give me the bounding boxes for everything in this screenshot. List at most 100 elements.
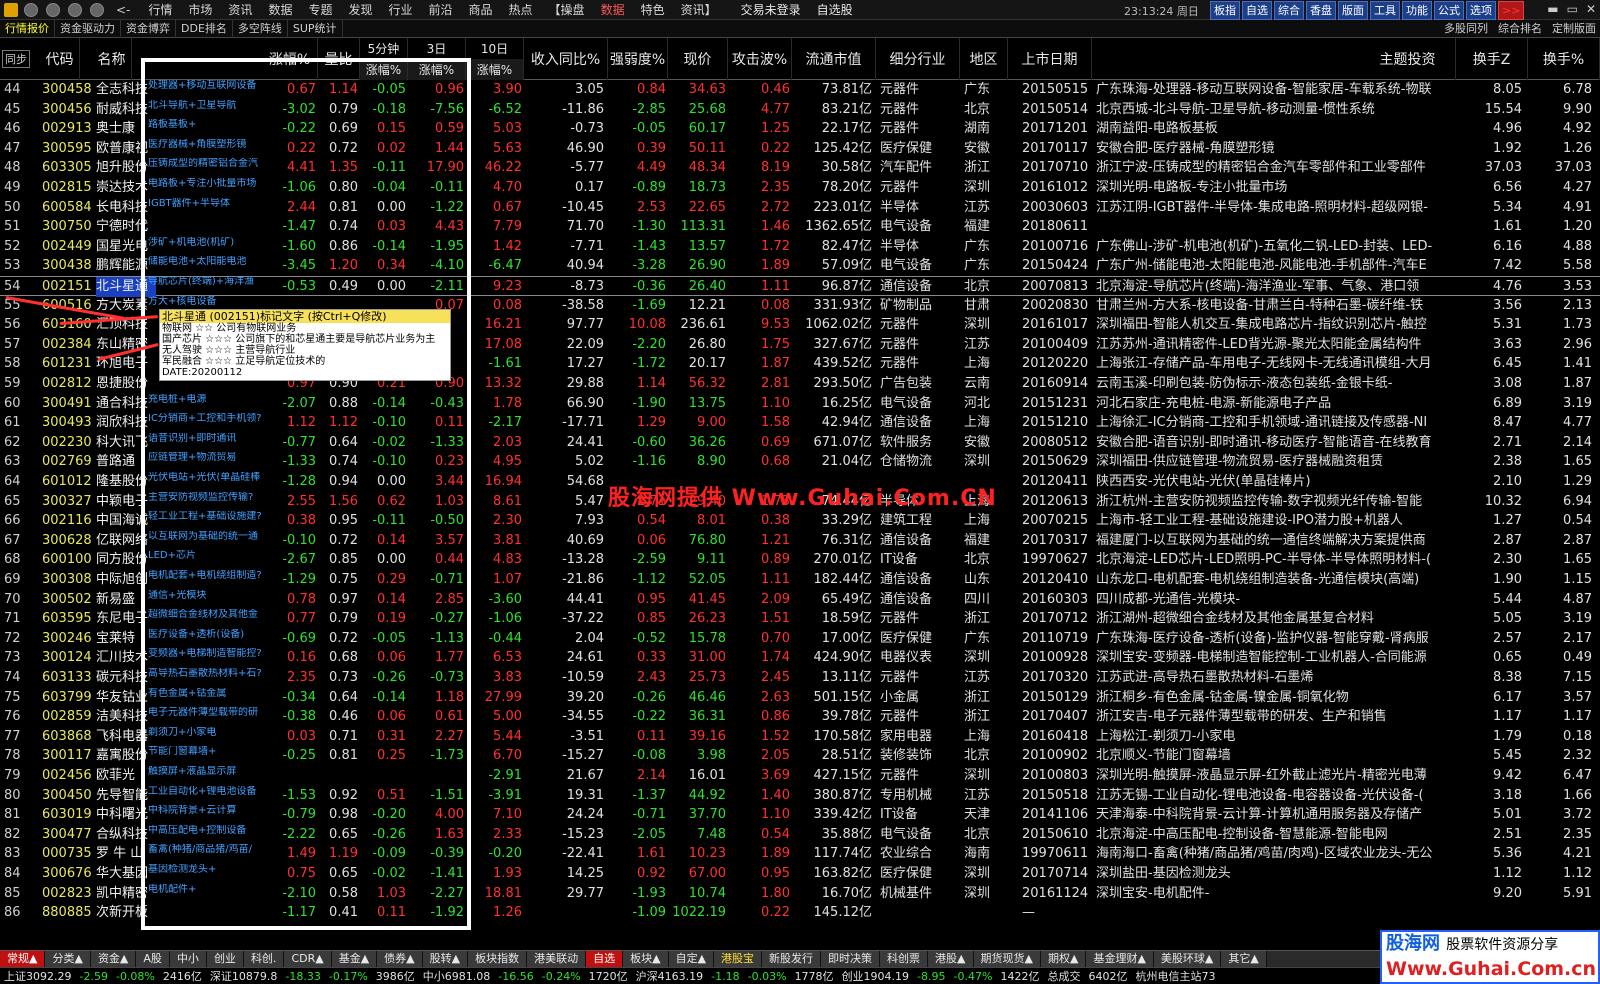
stock-code[interactable]: 002230 (42, 433, 94, 453)
stock-code[interactable]: 601012 (42, 472, 94, 492)
stock-code[interactable]: 880885 (42, 903, 94, 923)
menu-item[interactable]: 【操盘 (541, 0, 593, 20)
view-tab[interactable]: 多空阵线 (233, 19, 288, 38)
stock-code[interactable]: 300750 (42, 217, 94, 237)
col-5min[interactable]: 5分钟 (360, 38, 408, 59)
category-tab[interactable]: 科创票 (880, 951, 929, 967)
col-price[interactable]: 现价 (668, 38, 728, 80)
stock-code[interactable]: 002859 (42, 707, 94, 727)
category-tab[interactable]: 港美联动 (527, 951, 587, 967)
menu-item[interactable]: 商品 (461, 0, 501, 20)
stock-code[interactable]: 002151 (42, 277, 94, 297)
window-circle-button[interactable] (68, 2, 82, 17)
menu-item[interactable]: 数据 (260, 0, 300, 20)
toolbar-button[interactable]: 公式 (1434, 1, 1464, 20)
category-tab[interactable]: 债券▲ (377, 951, 423, 967)
stock-code[interactable]: 603799 (42, 688, 94, 708)
toolbar-button[interactable]: 香盘 (1306, 1, 1336, 20)
window-circle-button[interactable] (90, 2, 104, 17)
category-tab[interactable]: A股 (136, 951, 170, 967)
stock-code[interactable]: 300491 (42, 394, 94, 414)
stock-code[interactable]: 300308 (42, 570, 94, 590)
col-turnover-z[interactable]: 换手Z (1456, 38, 1528, 80)
stock-code[interactable]: 002823 (42, 884, 94, 904)
col-3day[interactable]: 3日 (408, 38, 466, 59)
stock-code[interactable]: 601231 (42, 354, 94, 374)
stock-code[interactable]: 300456 (42, 100, 94, 120)
menu-item[interactable]: 热点 (501, 0, 541, 20)
col-turnover[interactable]: 换手% (1528, 38, 1600, 80)
category-tab[interactable]: 股转▲ (422, 951, 469, 967)
stock-code[interactable]: 300327 (42, 492, 94, 512)
sync-button[interactable]: 同步 (2, 50, 30, 68)
view-tab[interactable]: DDE排名 (176, 19, 233, 38)
category-tab[interactable]: 中小 (169, 951, 207, 967)
view-tab[interactable]: 资金驱动力 (55, 19, 121, 38)
login-status[interactable]: 交易未登录 (741, 1, 801, 18)
col-volume-ratio[interactable]: 量比 (318, 38, 360, 80)
watchlist-link[interactable]: 自选股 (817, 1, 853, 18)
stock-code[interactable]: 002116 (42, 511, 94, 531)
menu-item[interactable]: 资讯 (220, 0, 260, 20)
category-tab[interactable]: CDR▲ (284, 951, 332, 967)
col-theme[interactable]: 主题投资 (1360, 38, 1456, 80)
category-tab[interactable]: 期权▲ (1040, 951, 1087, 967)
stock-code[interactable]: 600100 (42, 550, 94, 570)
stock-code[interactable]: 300124 (42, 648, 94, 668)
stock-code[interactable]: 300477 (42, 825, 94, 845)
category-tab[interactable]: 即时决策 (821, 951, 881, 967)
stock-code[interactable]: 300502 (42, 590, 94, 610)
stock-code[interactable]: 603595 (42, 609, 94, 629)
toolbar-button[interactable]: >> (1498, 1, 1525, 20)
toolbar-button[interactable]: 工具 (1370, 1, 1400, 20)
category-tab[interactable]: 板块▲ (623, 951, 669, 967)
category-tab[interactable]: 新股发行 (762, 951, 822, 967)
stock-code[interactable]: 300450 (42, 786, 94, 806)
col-code[interactable]: 代码 (40, 38, 80, 80)
stock-code[interactable]: 002913 (42, 119, 94, 139)
stock-code[interactable]: 603019 (42, 805, 94, 825)
menu-item[interactable]: 数据 (593, 0, 633, 20)
category-tab[interactable]: 港股▲ (928, 951, 974, 967)
view-tab[interactable]: SUP统计 (288, 19, 343, 38)
stock-code[interactable]: 300246 (42, 629, 94, 649)
menu-item[interactable]: 行情 (140, 0, 180, 20)
close-icon[interactable]: ✕ (1586, 2, 1596, 16)
stock-code[interactable]: 002812 (42, 374, 94, 394)
menu-item[interactable]: 发现 (340, 0, 380, 20)
col-10day[interactable]: 10日 (466, 38, 524, 59)
menu-item[interactable]: 行业 (380, 0, 420, 20)
stock-code[interactable]: 002769 (42, 452, 94, 472)
menu-item[interactable]: 市场 (180, 0, 220, 20)
stock-code[interactable]: 300676 (42, 864, 94, 884)
category-tab[interactable]: 美股环球▲ (1153, 951, 1222, 967)
toolbar-button[interactable]: 选项 (1466, 1, 1496, 20)
category-tab[interactable]: 板块指数 (468, 951, 528, 967)
stock-code[interactable]: 002456 (42, 766, 94, 786)
view-tab[interactable]: 资金博弈 (121, 19, 176, 38)
col-name[interactable]: 名称 (92, 38, 132, 80)
view-tab-right[interactable]: 多股同列 (1444, 20, 1488, 38)
menu-item[interactable]: 前沿 (421, 0, 461, 20)
col-3day-sub[interactable]: 涨幅% (408, 59, 466, 80)
col-strength[interactable]: 强弱度% (608, 38, 668, 80)
stock-code[interactable]: 300458 (42, 80, 94, 100)
stock-code[interactable]: 603305 (42, 158, 94, 178)
category-tab[interactable]: 自定▲ (668, 951, 715, 967)
category-tab[interactable]: 其它▲ (1221, 951, 1267, 967)
stock-code[interactable]: 300493 (42, 413, 94, 433)
category-tab[interactable]: 期货现货▲ (973, 951, 1041, 967)
category-tab[interactable]: 自选 (586, 951, 624, 967)
category-tab[interactable]: 分类▲ (45, 951, 91, 967)
category-tab[interactable]: 科创. (243, 951, 285, 967)
window-circle-button[interactable] (24, 2, 38, 17)
stock-code[interactable]: 603868 (42, 727, 94, 747)
stock-code[interactable]: 000735 (42, 844, 94, 864)
stock-code[interactable]: 300628 (42, 531, 94, 551)
toolbar-button[interactable]: 自选 (1242, 1, 1272, 20)
maximize-icon[interactable]: ▭ (1567, 2, 1578, 16)
menu-item[interactable]: 特色 (633, 0, 673, 20)
category-tab[interactable]: 基金理财▲ (1086, 951, 1154, 967)
view-tab[interactable]: 行情报价 (0, 19, 55, 38)
category-tab[interactable]: 港股宝 (714, 951, 763, 967)
